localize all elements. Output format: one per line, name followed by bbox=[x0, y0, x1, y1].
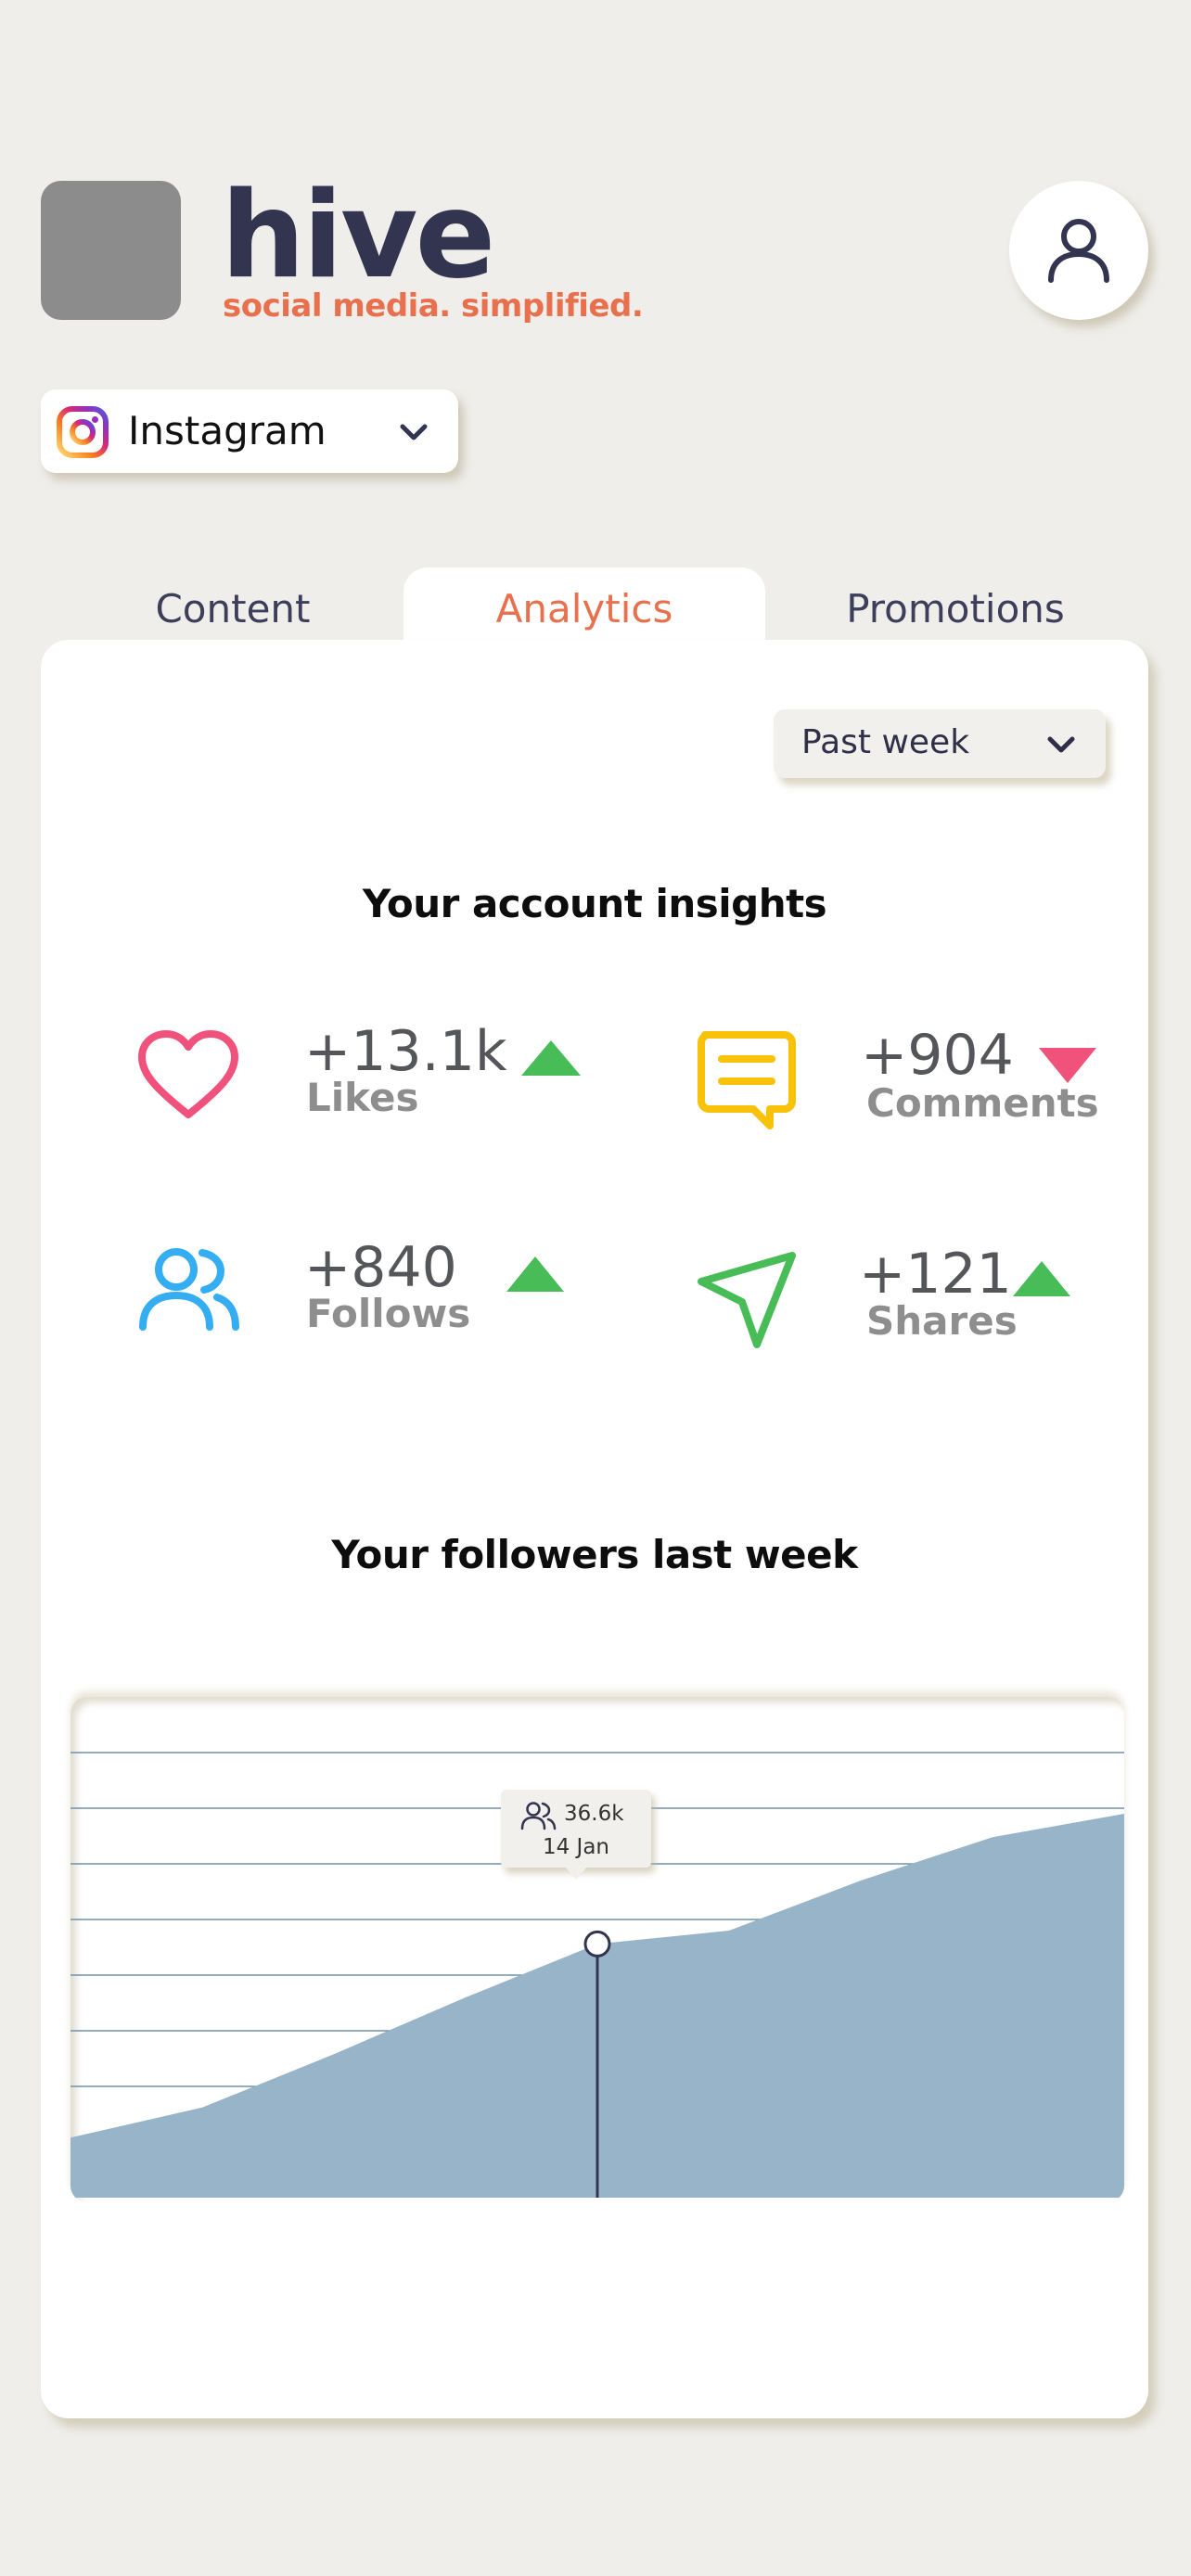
users-icon bbox=[520, 1802, 557, 1830]
metric-label: Likes bbox=[306, 1075, 419, 1120]
chevron-down-icon bbox=[1047, 736, 1075, 753]
period-dropdown[interactable]: Past week bbox=[774, 709, 1106, 778]
app-name: hive bbox=[221, 167, 495, 305]
tooltip-value: 36.6k bbox=[564, 1802, 624, 1826]
heart-icon bbox=[138, 1030, 238, 1118]
metric-value: +904 bbox=[861, 1023, 1014, 1088]
instagram-icon bbox=[57, 406, 109, 458]
chart-tooltip: 36.6k 14 Jan bbox=[501, 1790, 651, 1880]
metric-label: Follows bbox=[306, 1291, 471, 1336]
analytics-panel: Past week Your account insights +13.1k L… bbox=[41, 640, 1148, 2418]
tab-analytics[interactable]: Analytics bbox=[403, 567, 765, 649]
platform-dropdown[interactable]: Instagram bbox=[41, 389, 458, 473]
metric-value: +840 bbox=[304, 1235, 457, 1300]
highlight-point[interactable] bbox=[583, 1930, 611, 1958]
tooltip-date: 14 Jan bbox=[542, 1835, 610, 1859]
insights-title: Your account insights bbox=[362, 881, 827, 926]
metric-value: +121 bbox=[859, 1242, 1012, 1307]
metric-label: Comments bbox=[866, 1080, 1099, 1126]
period-dropdown-value: Past week bbox=[801, 723, 970, 761]
app-tagline: social media. simplified. bbox=[223, 287, 644, 325]
metric-label: Shares bbox=[866, 1298, 1018, 1344]
profile-button[interactable] bbox=[1009, 181, 1148, 320]
tooltip-pointer bbox=[565, 1867, 587, 1880]
followers-chart-title: Your followers last week bbox=[331, 1532, 858, 1577]
users-icon bbox=[139, 1248, 239, 1331]
platform-dropdown-value: Instagram bbox=[128, 408, 327, 453]
tab-content[interactable]: Content bbox=[61, 567, 404, 649]
user-icon bbox=[1048, 219, 1109, 283]
comment-icon bbox=[698, 1031, 796, 1129]
followers-chart bbox=[70, 1697, 1124, 2202]
trend-down-icon bbox=[1039, 1048, 1096, 1083]
trend-up-icon bbox=[1013, 1261, 1070, 1296]
trend-up-icon bbox=[521, 1040, 581, 1076]
tab-promotions[interactable]: Promotions bbox=[784, 567, 1127, 649]
chevron-down-icon bbox=[400, 424, 428, 440]
followers-chart-svg bbox=[70, 1752, 1124, 2198]
send-icon bbox=[698, 1252, 796, 1348]
app-logo bbox=[41, 181, 181, 320]
metric-value: +13.1k bbox=[304, 1019, 507, 1084]
trend-up-icon bbox=[506, 1256, 564, 1292]
